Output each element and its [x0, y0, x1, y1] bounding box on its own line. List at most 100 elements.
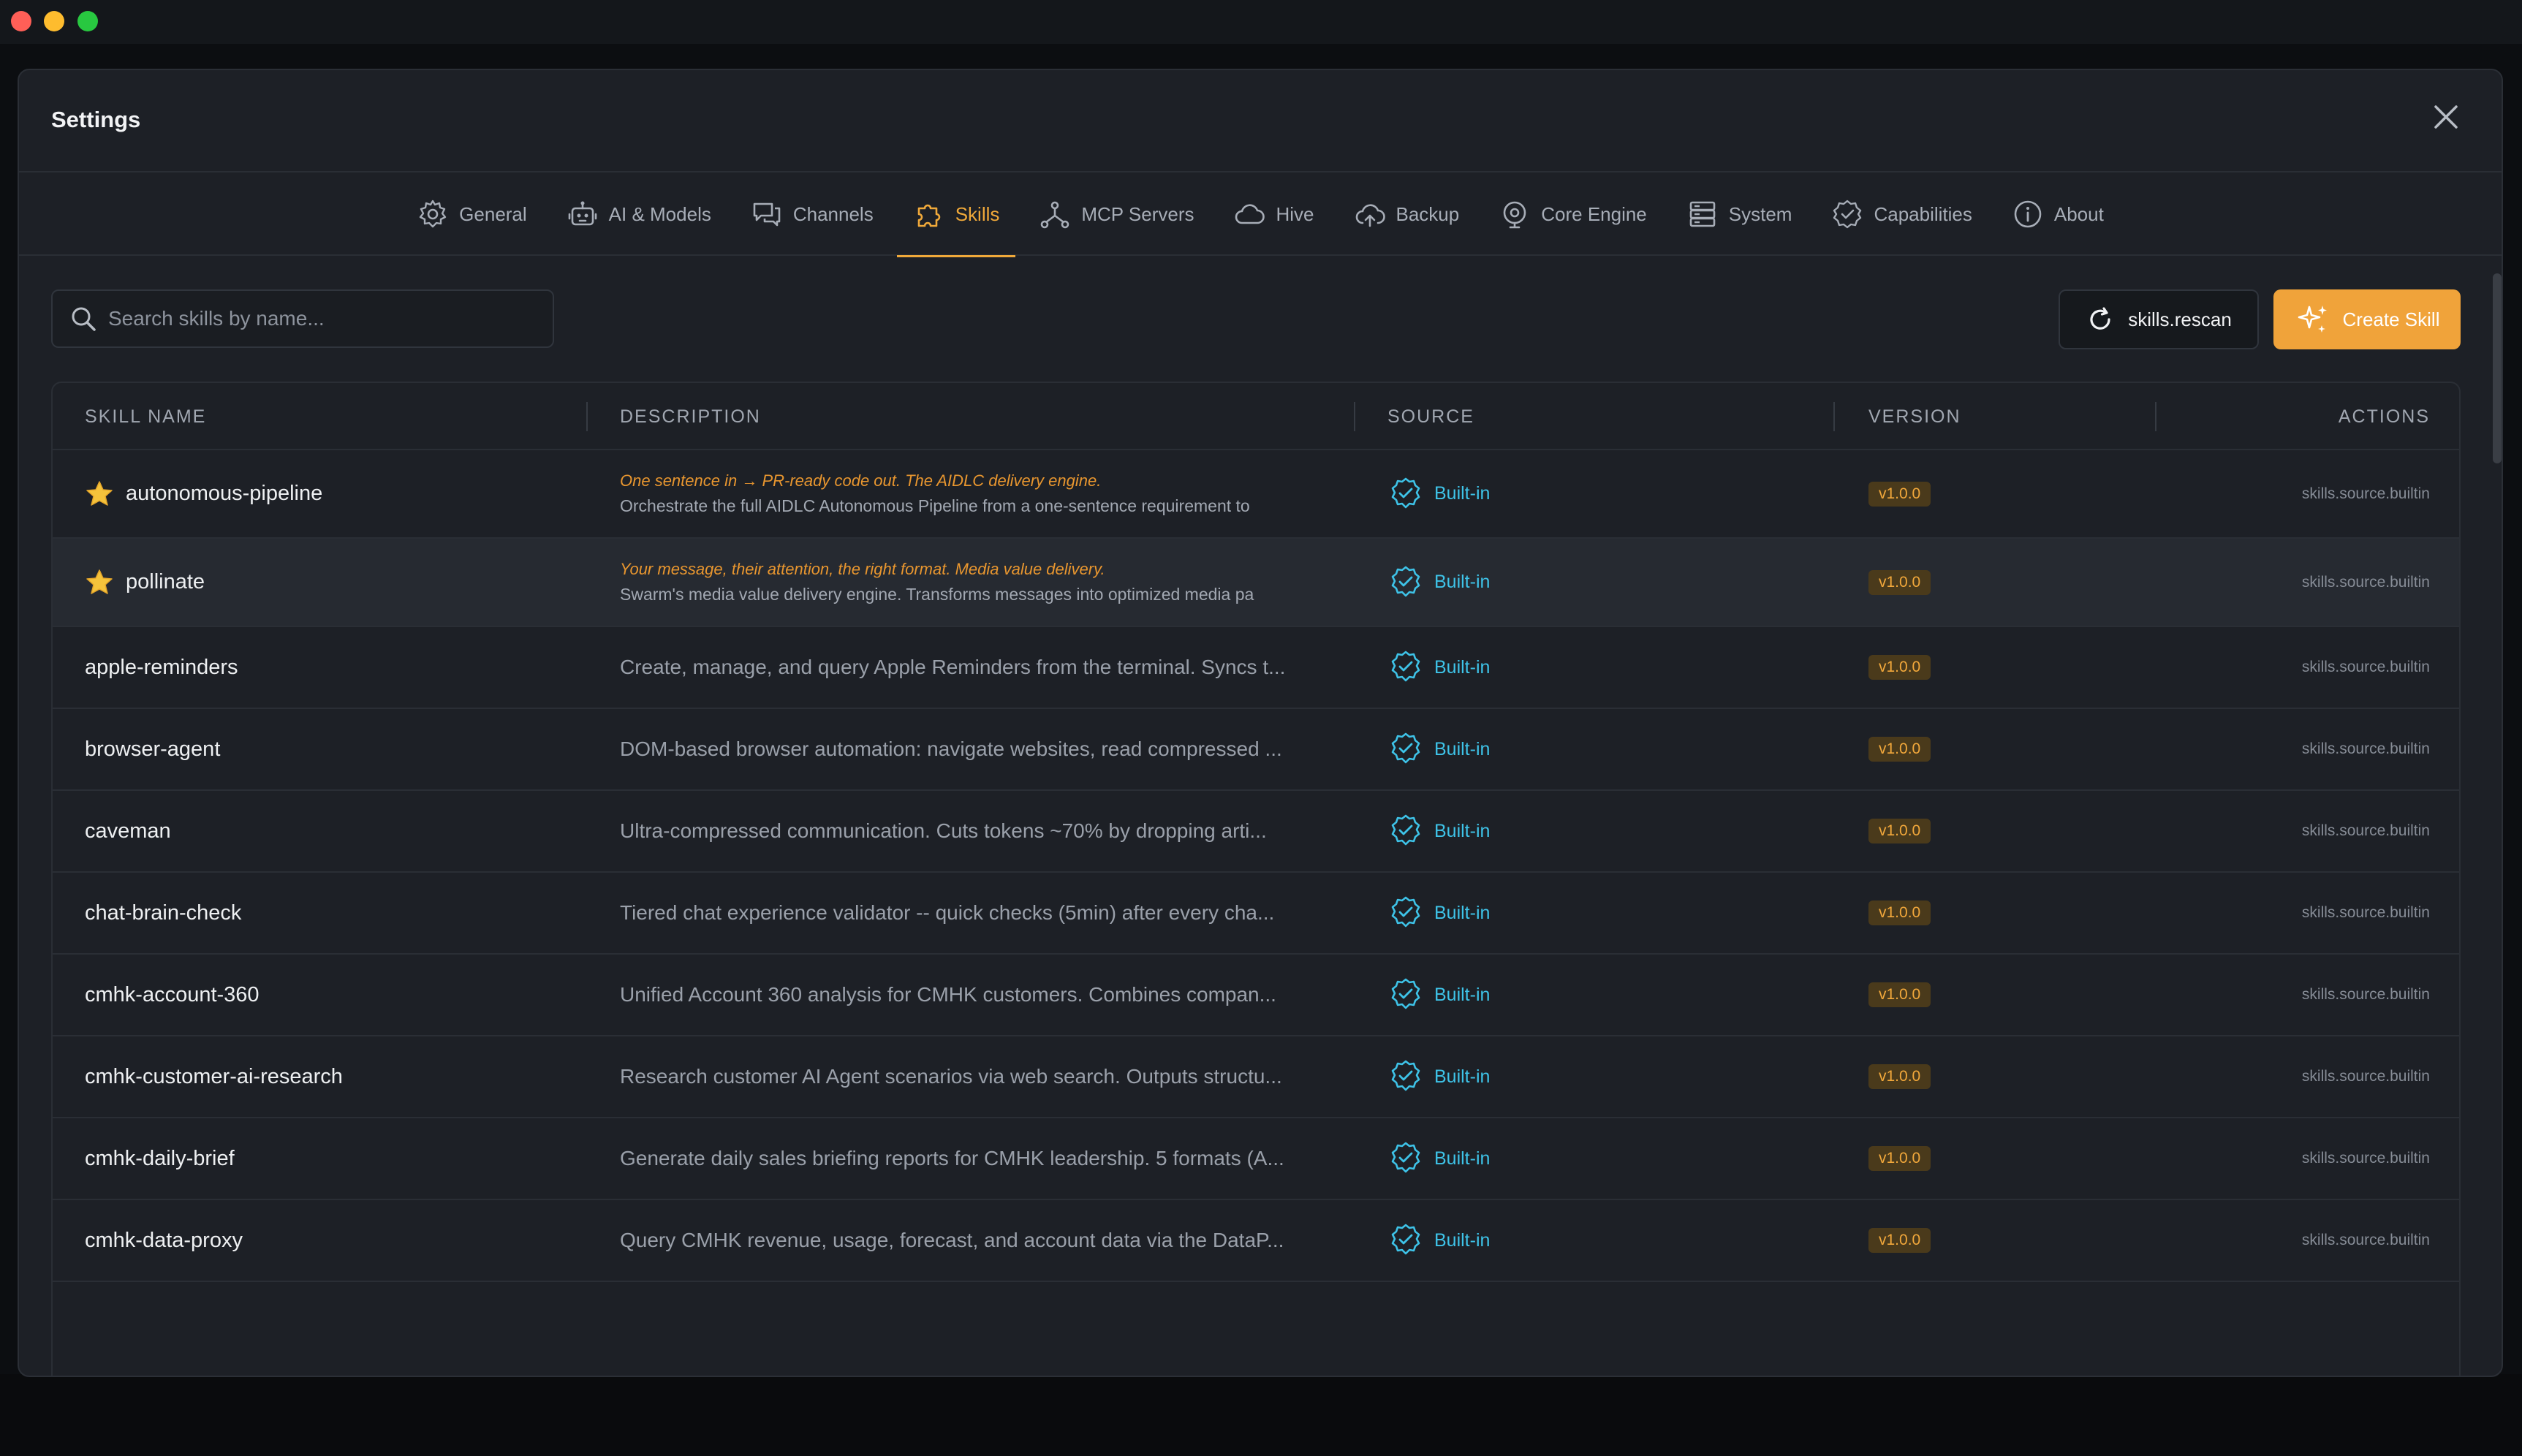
create-skill-button[interactable]: Create Skill: [2273, 289, 2461, 349]
tab-about[interactable]: About: [1996, 172, 2120, 256]
tab-channels[interactable]: Channels: [735, 172, 890, 256]
table-row[interactable]: browser-agent DOM-based browser automatio…: [53, 709, 2459, 791]
skill-source: Built-in: [1434, 1148, 1491, 1169]
skill-description: Ultra-compressed communication. Cuts tok…: [620, 819, 1267, 842]
verified-badge-icon: [1391, 1224, 1420, 1255]
close-icon: [2434, 105, 2458, 129]
skill-description: Query CMHK revenue, usage, forecast, and…: [620, 1229, 1284, 1251]
tab-ai-models[interactable]: AI & Models: [550, 172, 727, 256]
scrollbar-thumb[interactable]: [2493, 273, 2502, 463]
skill-name-cell: cmhk-data-proxy: [85, 1200, 243, 1281]
skill-name-cell: pollinate: [85, 539, 205, 626]
version-badge: v1.0.0: [1868, 481, 1931, 507]
tab-label: System: [1728, 202, 1792, 225]
search-box[interactable]: [51, 289, 554, 348]
skill-description-cell: Create, manage, and query Apple Reminder…: [620, 627, 1358, 708]
skill-actions: skills.source.builtin: [2301, 1150, 2430, 1167]
rescan-button[interactable]: skills.rescan: [2059, 289, 2259, 349]
skill-actions: skills.source.builtin: [2301, 986, 2430, 1003]
tab-label: Hive: [1276, 202, 1314, 225]
skill-version-cell: v1.0.0: [1868, 1200, 1931, 1281]
close-button[interactable]: [2430, 101, 2462, 133]
skill-source-cell: Built-in: [1387, 539, 1490, 626]
table-row[interactable]: autonomous-pipeline One sentence in → PR-…: [53, 450, 2459, 539]
skill-description-cell: Tiered chat experience validator -- quic…: [620, 873, 1358, 953]
search-input[interactable]: [108, 307, 547, 330]
table-row[interactable]: caveman Ultra-compressed communication. C…: [53, 791, 2459, 873]
skill-version-cell: v1.0.0: [1868, 627, 1931, 708]
skill-source: Built-in: [1434, 656, 1491, 678]
puzzle-icon: [917, 204, 940, 227]
tab-label: Capabilities: [1874, 202, 1972, 225]
table-row[interactable]: chat-brain-check Tiered chat experience v…: [53, 873, 2459, 955]
version-badge: v1.0.0: [1868, 1146, 1931, 1171]
table-row[interactable]: apple-reminders Create, manage, and query…: [53, 627, 2459, 709]
tab-label: AI & Models: [608, 202, 711, 225]
skill-version-cell: v1.0.0: [1868, 539, 1931, 626]
skill-name-cell: cmhk-daily-brief: [85, 1118, 235, 1199]
skill-name: apple-reminders: [85, 655, 238, 679]
tab-system[interactable]: System: [1670, 172, 1809, 256]
skills-table: SKILL NAME DESCRIPTION SOURCE VERSION AC…: [51, 382, 2461, 1376]
tab-backup[interactable]: Backup: [1338, 172, 1476, 256]
app-backdrop: [0, 1374, 2522, 1456]
table-row[interactable]: pollinate Your message, their attention, …: [53, 539, 2459, 627]
table-row[interactable]: cmhk-data-proxy Query CMHK revenue, usage…: [53, 1200, 2459, 1282]
skill-description: Research customer AI Agent scenarios via…: [620, 1065, 1282, 1088]
close-window-button[interactable]: [11, 11, 31, 31]
skill-name-cell: caveman: [85, 791, 171, 871]
table-body: autonomous-pipeline One sentence in → PR-…: [53, 450, 2459, 1282]
star-icon: [86, 480, 113, 506]
table-header: SKILL NAME DESCRIPTION SOURCE VERSION AC…: [53, 383, 2459, 450]
table-row[interactable]: cmhk-daily-brief Generate daily sales bri…: [53, 1118, 2459, 1200]
skill-actions: skills.source.builtin: [2301, 1232, 2430, 1248]
create-skill-label: Create Skill: [2342, 308, 2440, 330]
header-skill-name[interactable]: SKILL NAME: [85, 383, 206, 450]
skill-name-cell: apple-reminders: [85, 627, 238, 708]
header-actions: ACTIONS: [2338, 406, 2430, 427]
header-version[interactable]: VERSION: [1868, 383, 1961, 450]
version-badge: v1.0.0: [1868, 1228, 1931, 1253]
tab-general[interactable]: General: [401, 172, 543, 256]
version-badge: v1.0.0: [1868, 982, 1931, 1007]
table-row[interactable]: cmhk-customer-ai-research Research custom…: [53, 1036, 2459, 1118]
skill-description: Tiered chat experience validator -- quic…: [620, 901, 1275, 924]
skill-description: Orchestrate the full AIDLC Autonomous Pi…: [620, 496, 1250, 515]
search-icon: [72, 307, 96, 331]
skill-source-cell: Built-in: [1387, 450, 1490, 537]
column-resizer[interactable]: [2155, 402, 2156, 431]
version-badge: v1.0.0: [1868, 569, 1931, 595]
gear-icon: [419, 200, 447, 228]
tab-mcp-servers[interactable]: MCP Servers: [1023, 172, 1210, 256]
maximize-window-button[interactable]: [77, 11, 98, 31]
tab-label: Channels: [792, 202, 874, 225]
tab-skills[interactable]: Skills: [896, 172, 1016, 257]
skill-name: browser-agent: [85, 737, 221, 761]
skill-name: autonomous-pipeline: [126, 482, 323, 505]
version-badge: v1.0.0: [1868, 900, 1931, 925]
version-badge: v1.0.0: [1868, 819, 1931, 843]
column-resizer[interactable]: [586, 402, 588, 431]
skill-name-cell: cmhk-account-360: [85, 955, 260, 1035]
skill-version-cell: v1.0.0: [1868, 709, 1931, 789]
settings-tabbar: General AI & Models Channels Skills MCP Serv…: [19, 171, 2502, 257]
minimize-window-button[interactable]: [44, 11, 64, 31]
tab-capabilities[interactable]: Capabilities: [1815, 172, 1988, 256]
header-source[interactable]: SOURCE: [1387, 383, 1474, 450]
table-row[interactable]: cmhk-account-360 Unified Account 360 anal…: [53, 955, 2459, 1036]
skill-source: Built-in: [1434, 483, 1491, 504]
skill-name-cell: chat-brain-check: [85, 873, 241, 953]
column-resizer[interactable]: [1833, 402, 1835, 431]
skill-source: Built-in: [1434, 1066, 1491, 1087]
window-titlebar: [0, 0, 2522, 44]
skill-source-cell: Built-in: [1387, 873, 1490, 953]
skill-name: cmhk-data-proxy: [85, 1228, 243, 1252]
modal-header: Settings: [19, 70, 2502, 171]
tab-hive[interactable]: Hive: [1217, 172, 1330, 256]
column-resizer[interactable]: [1354, 402, 1355, 431]
skill-source-cell: Built-in: [1387, 1200, 1490, 1281]
header-description[interactable]: DESCRIPTION: [620, 383, 761, 450]
skill-description-cell: Query CMHK revenue, usage, forecast, and…: [620, 1200, 1358, 1281]
tab-core-engine[interactable]: Core Engine: [1482, 172, 1663, 256]
verified-badge-icon: [1391, 1142, 1420, 1173]
